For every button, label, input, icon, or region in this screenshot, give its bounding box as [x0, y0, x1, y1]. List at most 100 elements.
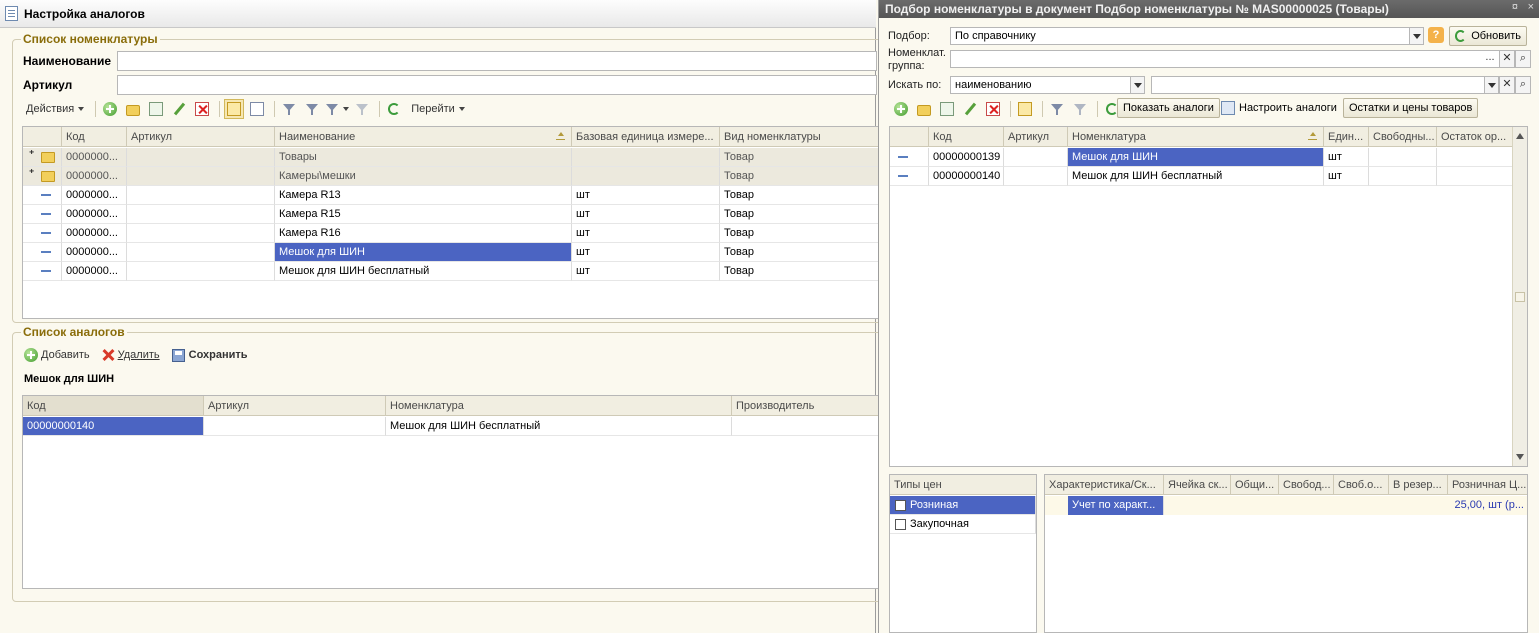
cell-article[interactable] — [127, 148, 275, 167]
cell-kind[interactable]: Товар — [720, 243, 881, 262]
cell-unit[interactable]: шт — [572, 224, 720, 243]
cell-rest[interactable] — [1437, 148, 1513, 167]
chevron-down-icon[interactable] — [1484, 77, 1498, 93]
cell-code[interactable]: 00000000139 — [929, 148, 1004, 167]
table-group-row[interactable]: ⁺ 0000000... Товары Товар — [23, 148, 881, 167]
cell-kind[interactable]: Товар — [720, 186, 881, 205]
table-row[interactable]: 0000000... Камера R15 шт Товар — [23, 205, 881, 224]
column-header-kind[interactable]: Вид номенклатуры — [720, 127, 881, 147]
column-header-rest[interactable]: Остаток ор... — [1437, 127, 1513, 147]
delete-button[interactable] — [192, 99, 212, 119]
cell-name[interactable]: Мешок для ШИН — [275, 243, 572, 262]
column-header-code[interactable]: Код — [62, 127, 127, 147]
cell-unit[interactable]: шт — [572, 186, 720, 205]
cell-name[interactable]: Мешок для ШИН бесплатный — [275, 262, 572, 281]
cell-code[interactable]: 0000000... — [62, 262, 127, 281]
column-header-characteristic[interactable]: Характеристика/Ск... — [1045, 475, 1164, 495]
column-header-cell[interactable]: Ячейка ск... — [1164, 475, 1231, 495]
price-type-retail[interactable]: ✓ Розниная — [890, 496, 1036, 515]
checkbox-checked-icon[interactable]: ✓ — [895, 500, 906, 511]
column-header-article[interactable]: Артикул — [127, 127, 275, 147]
cell-kind[interactable]: Товар — [720, 224, 881, 243]
scroll-up-icon[interactable] — [1516, 133, 1524, 139]
search-by-dropdown[interactable]: наименованию — [950, 76, 1145, 94]
clear-filter-button[interactable] — [352, 99, 372, 119]
cell-unit[interactable] — [572, 148, 720, 167]
list-item[interactable]: Закупочная — [890, 515, 1036, 534]
show-analogs-button[interactable]: Показать аналоги — [1117, 98, 1220, 118]
name-input[interactable] — [117, 51, 877, 71]
nomenclature-group-input[interactable] — [950, 50, 1502, 68]
add-folder-button[interactable] — [914, 99, 934, 119]
checkbox-icon[interactable] — [895, 519, 906, 530]
cell-article[interactable] — [1004, 148, 1068, 167]
cell-kind[interactable]: Товар — [720, 148, 881, 167]
filter-history-button[interactable] — [325, 99, 350, 119]
edit-button[interactable] — [169, 99, 189, 119]
cell-name[interactable]: Камеры\мешки — [275, 167, 572, 186]
add-button[interactable] — [100, 99, 120, 119]
scroll-thumb[interactable] — [1515, 292, 1525, 302]
column-header-name[interactable]: Наименование — [275, 127, 572, 147]
cell-article[interactable] — [127, 186, 275, 205]
stock-prices-button[interactable]: Остатки и цены товаров — [1343, 98, 1479, 118]
delete-button[interactable] — [983, 99, 1003, 119]
cell-code[interactable]: 00000000140 — [929, 167, 1004, 186]
cell-retail-price[interactable]: 25,00, шт (р... — [1448, 496, 1527, 515]
help-icon[interactable]: ? — [1428, 27, 1444, 43]
column-header-article[interactable]: Артикул — [204, 396, 386, 416]
search-icon[interactable]: ⌕ — [1515, 50, 1531, 68]
column-header-nomenclature[interactable]: Номенклатура — [386, 396, 732, 416]
vertical-scrollbar[interactable] — [1512, 127, 1527, 466]
price-type-purchase[interactable]: Закупочная — [890, 515, 1036, 534]
cell-code[interactable]: 00000000140 — [23, 417, 204, 436]
filter-button[interactable] — [279, 99, 299, 119]
cell-nomenclature[interactable]: Мешок для ШИН бесплатный — [386, 417, 732, 436]
filter-button[interactable] — [1047, 99, 1067, 119]
table-row[interactable]: 0000000... Мешок для ШИН шт Товар — [23, 243, 881, 262]
table-row[interactable]: 00000000140 Мешок для ШИН бесплатный — [23, 417, 881, 436]
goto-menu-button[interactable]: Перейти — [407, 99, 469, 119]
hierarchy-button[interactable] — [1015, 99, 1035, 119]
add-button[interactable] — [891, 99, 911, 119]
chevron-down-icon[interactable] — [1409, 28, 1423, 44]
cell-code[interactable]: 0000000... — [62, 205, 127, 224]
chevron-down-icon[interactable] — [1130, 77, 1144, 93]
cell-article[interactable] — [127, 167, 275, 186]
cell-article[interactable] — [127, 224, 275, 243]
cell-kind[interactable]: Товар — [720, 262, 881, 281]
scroll-down-icon[interactable] — [1516, 454, 1524, 460]
cell-code[interactable]: 0000000... — [62, 186, 127, 205]
cell-unit[interactable] — [572, 167, 720, 186]
add-analog-button[interactable]: Добавить — [24, 345, 90, 365]
column-header-code[interactable]: Код — [23, 396, 204, 416]
clear-filter-button[interactable] — [1070, 99, 1090, 119]
table-row[interactable]: 0000000... Мешок для ШИН бесплатный шт Това… — [23, 262, 881, 281]
table-row[interactable]: 0000000... Камера R13 шт Товар — [23, 186, 881, 205]
column-header-free[interactable]: Свободны... — [1369, 127, 1437, 147]
column-header-unit[interactable]: Един... — [1324, 127, 1369, 147]
cell-unit[interactable]: шт — [572, 243, 720, 262]
cell-manufacturer[interactable] — [732, 417, 881, 436]
column-header-free-rest[interactable]: Своб.о... — [1334, 475, 1389, 495]
select-button[interactable]: ... — [1482, 50, 1498, 68]
table-row[interactable]: 0000000... Камера R16 шт Товар — [23, 224, 881, 243]
column-header-manufacturer[interactable]: Производитель — [732, 396, 881, 416]
cell-name[interactable]: Камера R16 — [275, 224, 572, 243]
cell-article[interactable] — [127, 262, 275, 281]
add-folder-button[interactable] — [123, 99, 143, 119]
copy-button[interactable] — [937, 99, 957, 119]
cell-name[interactable]: Камера R15 — [275, 205, 572, 224]
pin-icon[interactable]: ¤ — [1512, 1, 1518, 13]
edit-button[interactable] — [960, 99, 980, 119]
filter-by-value-button[interactable] — [302, 99, 322, 119]
cell-kind[interactable]: Товар — [720, 205, 881, 224]
cell-code[interactable]: 0000000... — [62, 243, 127, 262]
column-header-free[interactable]: Свобод... — [1279, 475, 1334, 495]
table-row[interactable]: Учет по характ... 25,00, шт (р... — [1045, 496, 1527, 515]
cell-unit[interactable]: шт — [1324, 148, 1369, 167]
table-row[interactable]: 00000000139 Мешок для ШИН шт — [890, 148, 1527, 167]
save-analogs-button[interactable]: Сохранить — [171, 345, 248, 365]
search-input[interactable] — [1151, 76, 1499, 94]
cell-unit[interactable]: шт — [1324, 167, 1369, 186]
